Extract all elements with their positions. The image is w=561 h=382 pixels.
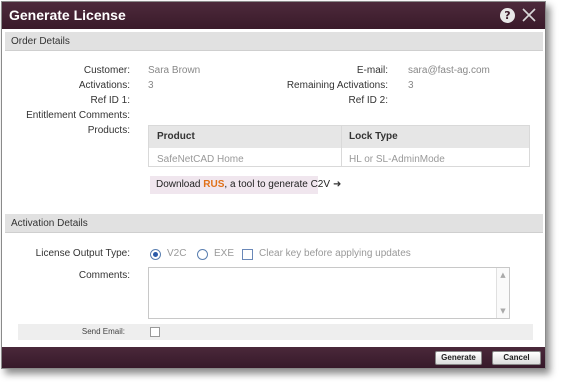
generate-license-dialog: Generate License ? Order Details Custome…: [1, 1, 546, 369]
v2c-label[interactable]: V2C: [167, 248, 186, 259]
v2c-radio[interactable]: [150, 249, 161, 260]
column-header-product: Product: [157, 131, 195, 142]
activations-value: 3: [148, 80, 154, 91]
download-rus-link[interactable]: Download RUS, a tool to generate C2V ➜: [150, 176, 341, 194]
order-details-header: Order Details: [5, 32, 543, 51]
exe-radio[interactable]: [197, 249, 208, 260]
scroll-up-icon[interactable]: ▲: [498, 270, 508, 280]
rus-highlight: RUS: [203, 179, 225, 190]
remaining-activations-label: Remaining Activations:: [286, 80, 388, 91]
product-cell: SafeNetCAD Home: [157, 154, 244, 165]
column-header-lock-type: Lock Type: [349, 131, 398, 142]
products-label: Products:: [87, 125, 130, 136]
email-label: E-mail:: [356, 65, 388, 76]
exe-label[interactable]: EXE: [214, 248, 234, 259]
help-icon[interactable]: ?: [500, 8, 515, 23]
arrow-right-icon: ➜: [333, 179, 342, 190]
customer-label: Customer:: [83, 65, 130, 76]
dialog-footer: Generate Cancel: [2, 347, 545, 368]
send-email-label: Send Email:: [81, 327, 125, 336]
comments-textarea[interactable]: ▲ ▼: [148, 267, 510, 319]
cancel-button[interactable]: Cancel: [492, 351, 541, 365]
clear-key-checkbox[interactable]: [242, 249, 253, 260]
comments-label: Comments:: [78, 270, 130, 281]
email-value: sara@fast-ag.com: [408, 65, 490, 76]
send-email-checkbox[interactable]: [150, 327, 160, 337]
scroll-down-icon[interactable]: ▼: [498, 306, 508, 316]
remaining-activations-value: 3: [408, 80, 414, 91]
activation-details-header: Activation Details: [5, 214, 543, 233]
comments-scrollbar[interactable]: ▲ ▼: [496, 268, 509, 318]
ref-id-1-label: Ref ID 1:: [90, 95, 130, 106]
dialog-title: Generate License: [9, 7, 126, 23]
license-output-type-label: License Output Type:: [35, 248, 130, 259]
download-prefix: Download: [156, 179, 204, 190]
clear-key-label[interactable]: Clear key before applying updates: [259, 248, 411, 259]
generate-button[interactable]: Generate: [435, 351, 482, 365]
column-divider: [341, 126, 342, 166]
close-icon[interactable]: [520, 6, 538, 24]
products-table-header: [149, 126, 529, 148]
download-suffix: , a tool to generate C2V: [224, 179, 331, 190]
customer-value: Sara Brown: [148, 65, 201, 76]
activations-label: Activations:: [78, 80, 130, 91]
dialog-titlebar: Generate License ?: [2, 2, 545, 29]
products-table: Product Lock Type SafeNetCAD Home HL or …: [148, 125, 530, 167]
entitlement-comments-label: Entitlement Comments:: [26, 110, 130, 121]
lock-type-cell: HL or SL-AdminMode: [349, 154, 445, 165]
ref-id-2-label: Ref ID 2:: [348, 95, 388, 106]
